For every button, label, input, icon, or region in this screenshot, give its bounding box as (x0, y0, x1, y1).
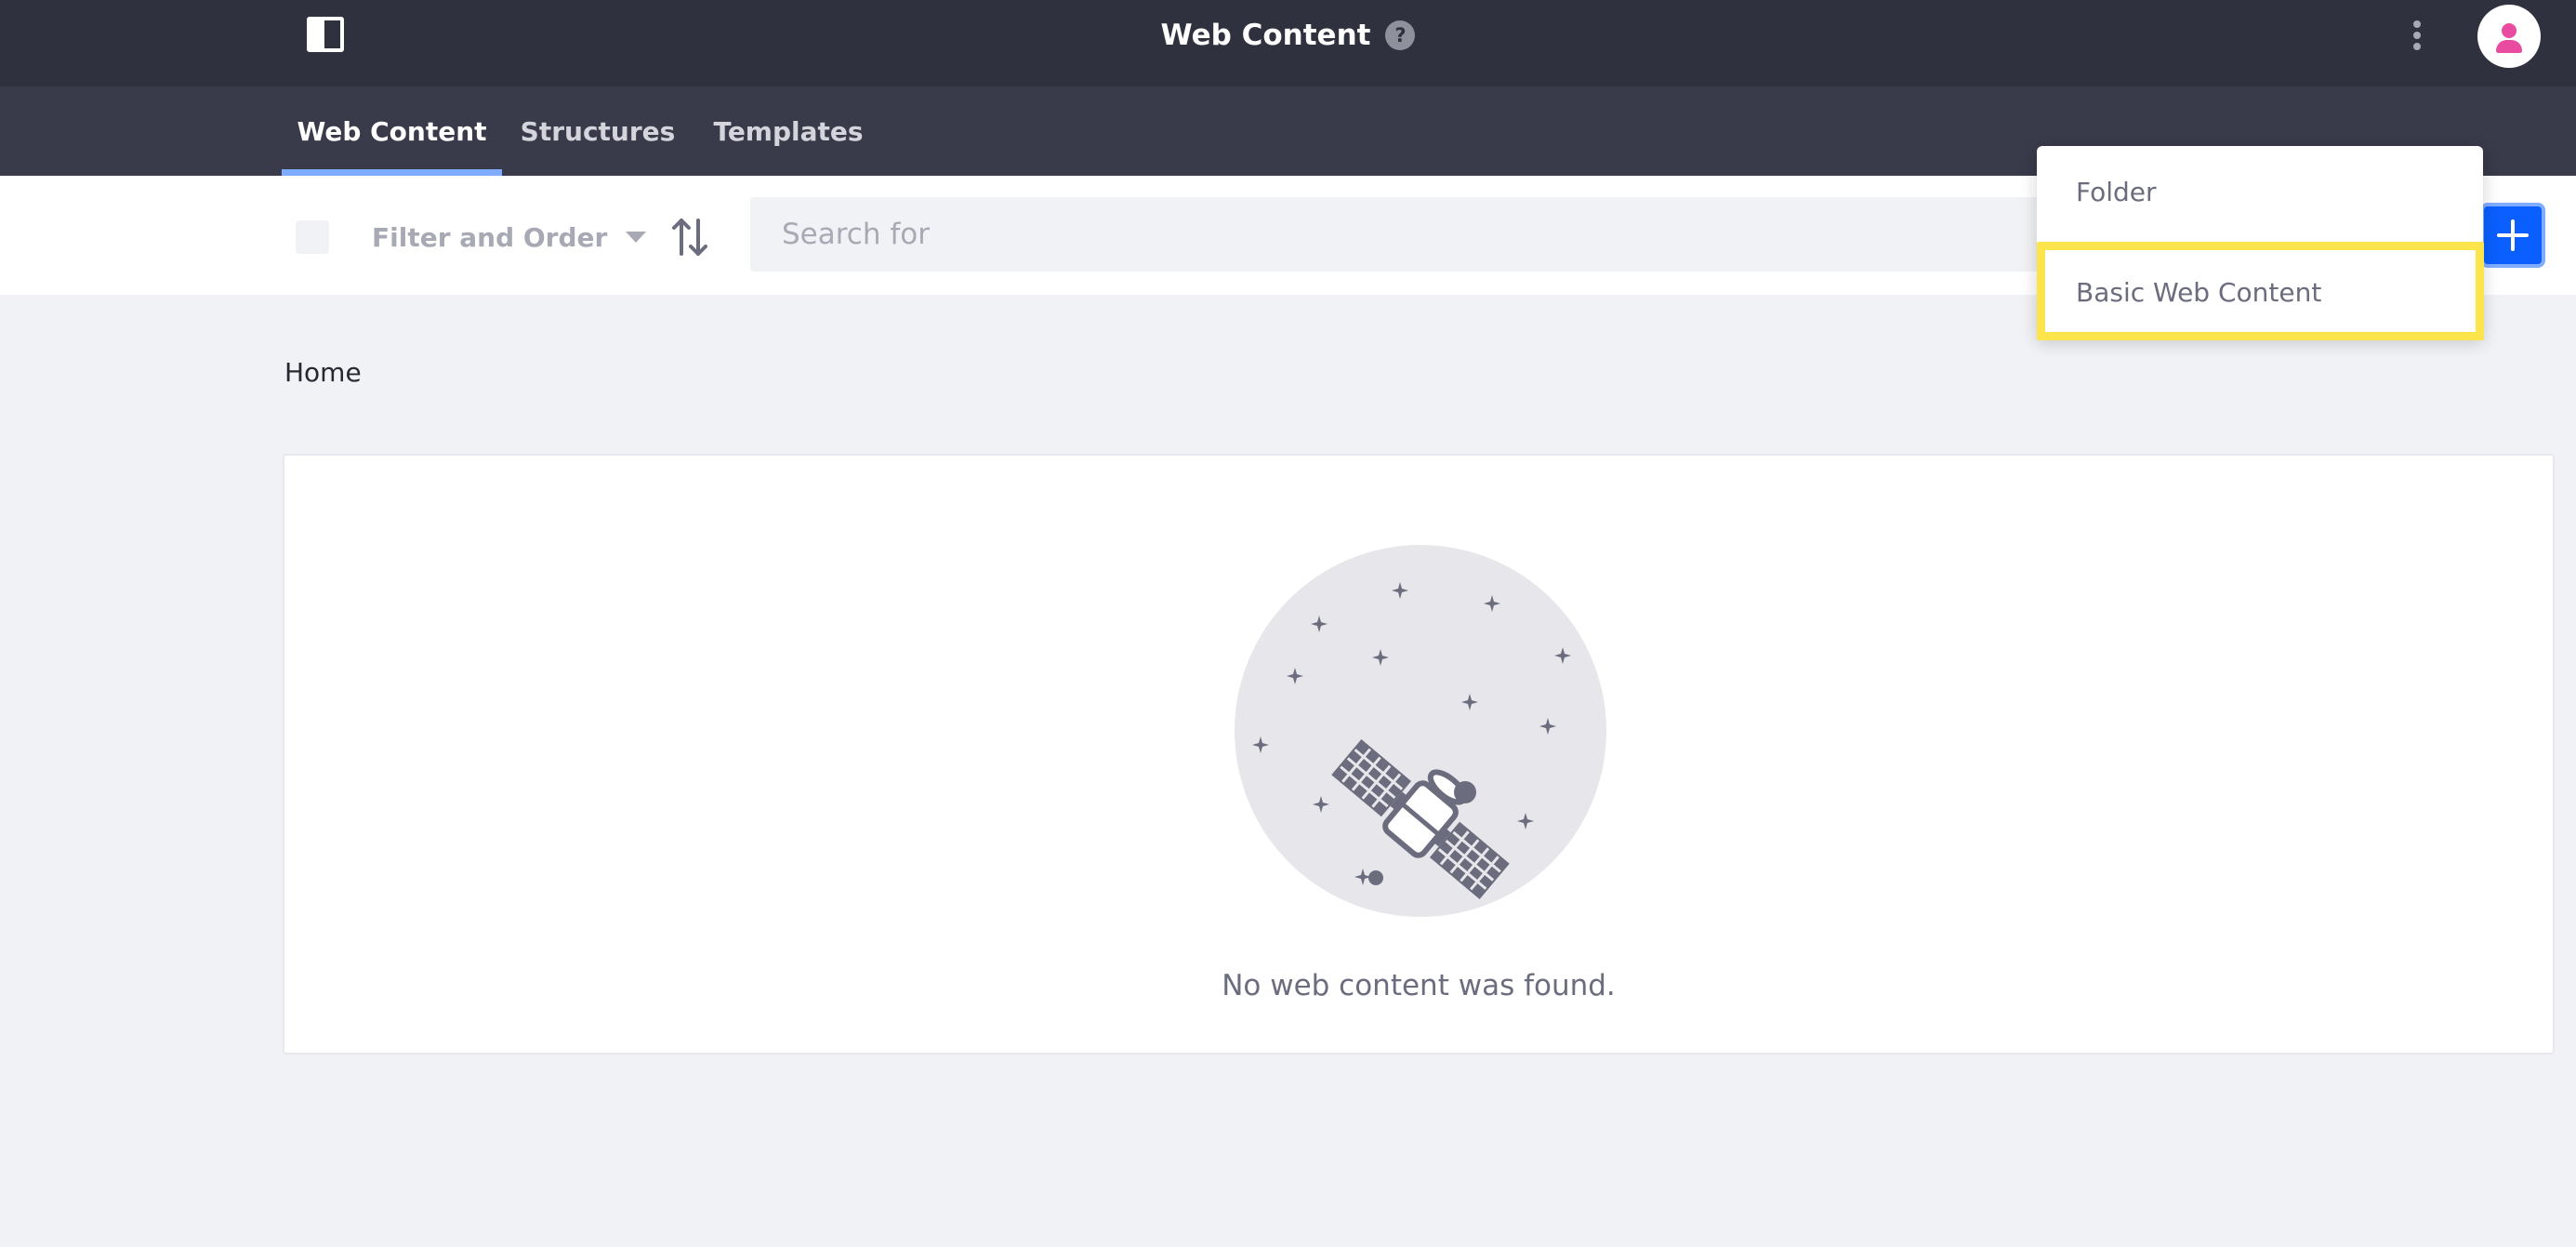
page-title: Web Content (1160, 18, 1371, 52)
search-placeholder: Search for (782, 218, 930, 251)
tab-web-content[interactable]: Web Content (282, 86, 502, 176)
app-title-group: Web Content ? (0, 0, 2576, 70)
kebab-dot (2413, 20, 2421, 28)
help-icon[interactable]: ? (1385, 20, 1416, 50)
kebab-dot (2413, 32, 2421, 39)
breadcrumb-home[interactable]: Home (284, 357, 362, 388)
menu-item-basic-web-content[interactable]: Basic Web Content (2037, 246, 2483, 338)
breadcrumb: Home (284, 357, 362, 388)
satellite-illustration (1235, 545, 1606, 917)
select-all-checkbox[interactable] (296, 220, 329, 254)
kebab-menu-icon[interactable] (2402, 17, 2432, 54)
add-button[interactable] (2480, 203, 2545, 268)
add-dropdown-menu: Folder Basic Web Content (2037, 146, 2483, 339)
search-input[interactable]: Search for (750, 197, 2107, 272)
empty-state-message: No web content was found. (1222, 969, 1616, 1002)
filter-and-order-label: Filter and Order (372, 221, 608, 253)
avatar-head (2502, 23, 2517, 38)
tab-structures[interactable]: Structures (502, 86, 694, 176)
user-avatar-icon[interactable] (2477, 5, 2541, 68)
kebab-dot (2413, 43, 2421, 50)
tab-templates[interactable]: Templates (707, 86, 870, 176)
plus-icon (2497, 219, 2529, 251)
filter-and-order-button[interactable]: Filter and Order (372, 213, 647, 261)
caret-down-icon (626, 232, 647, 243)
sort-order-icon[interactable] (671, 217, 708, 258)
empty-state-card: No web content was found. (283, 454, 2555, 1055)
menu-item-folder[interactable]: Folder (2037, 146, 2483, 237)
avatar-body (2496, 40, 2522, 53)
top-bar: Web Content ? (0, 0, 2576, 86)
